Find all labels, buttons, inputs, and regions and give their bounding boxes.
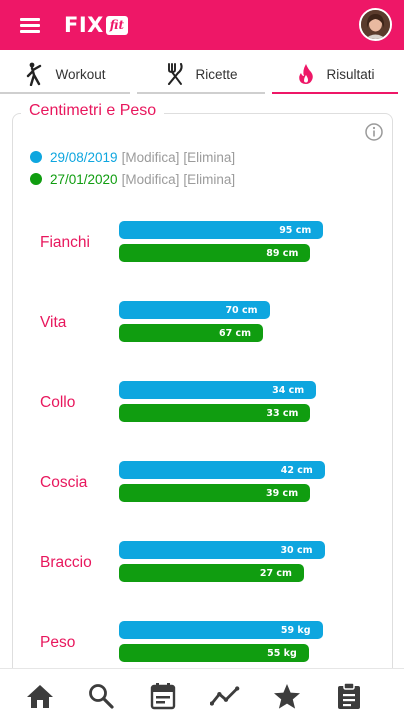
app-logo: FIX fit (64, 12, 128, 38)
clipboard-icon (338, 682, 360, 709)
legend-date: 27/01/2020 (50, 171, 118, 187)
measure-label: Fianchi (40, 234, 90, 251)
user-avatar[interactable] (359, 8, 392, 41)
bar-second-date: 89 cm (119, 244, 311, 262)
card-header: Centimetri e Peso (21, 102, 165, 120)
section-tabs: Workout Ricette Risultati (0, 56, 404, 94)
bar-first-date: 70 cm (119, 301, 270, 319)
nav-progress[interactable] (210, 681, 240, 711)
edit-link[interactable]: [Modifica] (122, 150, 180, 165)
bottom-nav (0, 668, 404, 720)
star-icon (274, 683, 300, 709)
measure-label: Collo (40, 394, 76, 411)
bar-first-date: 30 cm (119, 541, 325, 559)
measure-row: Vita 70 cm 67 cm (13, 301, 394, 347)
measurements-card: Centimetri e Peso 29/08/2019 [Modifica] … (12, 102, 394, 693)
measure-row: Braccio 30 cm 27 cm (13, 541, 394, 587)
tab-workout-label: Workout (55, 66, 106, 82)
nav-calendar[interactable] (148, 681, 178, 711)
bar-second-date: 67 cm (119, 324, 264, 342)
measure-label: Coscia (40, 474, 88, 491)
workout-icon (24, 62, 46, 86)
legend-row-2: 27/01/2020 [Modifica] [Elimina] (30, 170, 235, 188)
bar-second-date: 27 cm (119, 564, 304, 582)
measure-row: Coscia 42 cm 39 cm (13, 461, 394, 507)
tab-risultati-label: Risultati (326, 66, 375, 82)
trend-icon (210, 686, 240, 706)
legend-row-1: 29/08/2019 [Modifica] [Elimina] (30, 148, 235, 166)
logo-text: FIX (64, 13, 104, 37)
tab-ricette[interactable]: Ricette (137, 56, 265, 94)
flame-icon (295, 62, 317, 86)
nav-search[interactable] (86, 681, 116, 711)
delete-link[interactable]: [Elimina] (183, 172, 235, 187)
measure-label: Braccio (40, 554, 92, 571)
tab-risultati[interactable]: Risultati (272, 56, 398, 94)
calendar-icon (150, 683, 176, 710)
nav-favorites[interactable] (272, 681, 302, 711)
bar-first-date: 59 kg (119, 621, 323, 639)
bar-second-date: 33 cm (119, 404, 311, 422)
bar-second-date: 55 kg (119, 644, 309, 662)
measure-row: Collo 34 cm 33 cm (13, 381, 394, 427)
measure-label: Vita (40, 314, 67, 331)
tab-ricette-label: Ricette (195, 66, 238, 82)
search-icon (89, 684, 114, 709)
measure-label: Peso (40, 634, 76, 651)
legend-date: 29/08/2019 (50, 149, 118, 165)
card-title: Centimetri e Peso (29, 102, 157, 119)
nav-notes[interactable] (334, 681, 364, 711)
home-icon (27, 685, 53, 708)
menu-icon[interactable] (18, 14, 44, 36)
bar-first-date: 95 cm (119, 221, 324, 239)
logo-badge: fit (105, 15, 128, 35)
nav-home[interactable] (25, 681, 55, 711)
delete-link[interactable]: [Elimina] (183, 150, 235, 165)
info-icon[interactable] (365, 123, 383, 141)
legend-dot-green (30, 173, 42, 185)
tab-workout[interactable]: Workout (0, 56, 130, 94)
fork-knife-icon (164, 62, 186, 86)
measure-row: Fianchi 95 cm 89 cm (13, 221, 394, 267)
legend-dot-blue (30, 151, 42, 163)
bar-second-date: 39 cm (119, 484, 311, 502)
edit-link[interactable]: [Modifica] (122, 172, 180, 187)
bar-first-date: 34 cm (119, 381, 317, 399)
app-header: FIX fit (0, 0, 404, 50)
measure-row: Peso 59 kg 55 kg (13, 621, 394, 667)
bar-first-date: 42 cm (119, 461, 325, 479)
